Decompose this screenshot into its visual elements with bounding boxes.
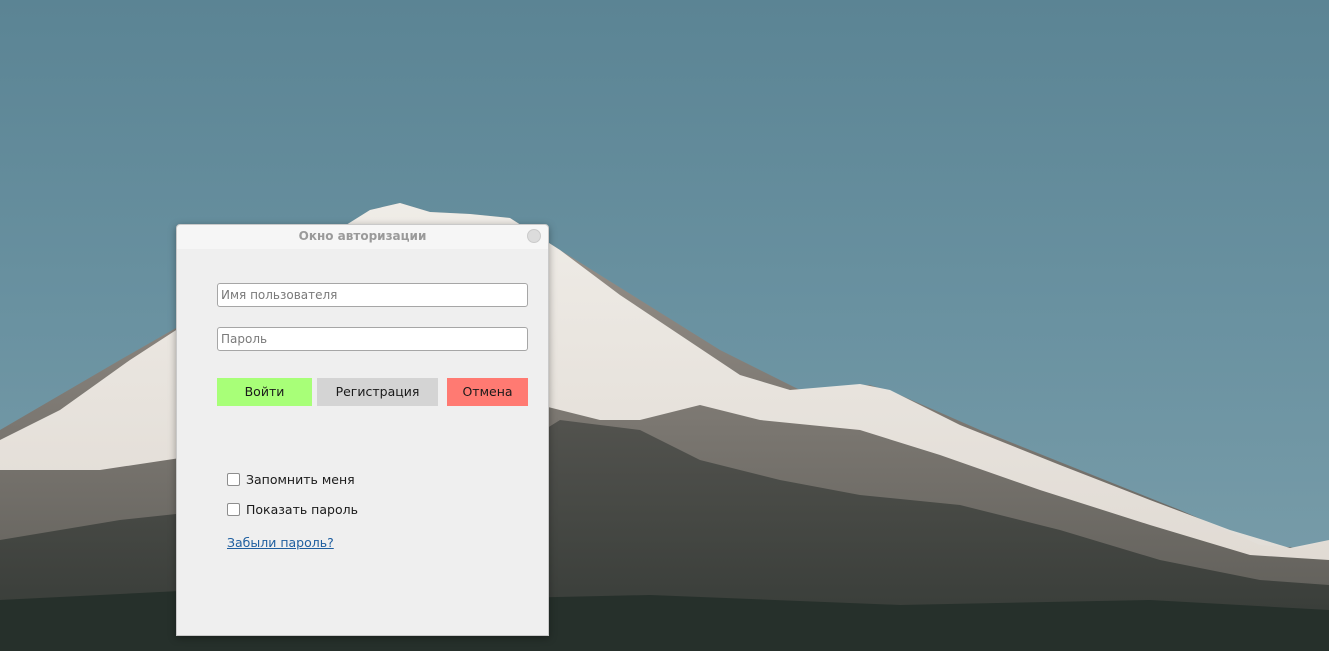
window-title: Окно авторизации (298, 229, 427, 243)
show-password-checkbox[interactable] (227, 502, 240, 516)
title-bar[interactable]: Окно авторизации (177, 225, 548, 249)
username-input[interactable] (217, 283, 528, 307)
login-button[interactable]: Войти (217, 378, 312, 406)
show-password-label: Показать пароль (246, 501, 358, 517)
close-button[interactable] (527, 229, 541, 243)
register-button[interactable]: Регистрация (317, 378, 438, 406)
show-password-option[interactable]: Показать пароль (227, 501, 358, 517)
cancel-button[interactable]: Отмена (447, 378, 528, 406)
password-input[interactable] (217, 327, 528, 351)
remember-me-option[interactable]: Запомнить меня (227, 471, 355, 487)
remember-me-checkbox[interactable] (227, 472, 240, 486)
auth-dialog: Окно авторизации Войти Регистрация Отмен… (176, 224, 549, 636)
remember-me-label: Запомнить меня (246, 471, 355, 487)
forgot-password-link[interactable]: Забыли пароль? (227, 535, 334, 550)
